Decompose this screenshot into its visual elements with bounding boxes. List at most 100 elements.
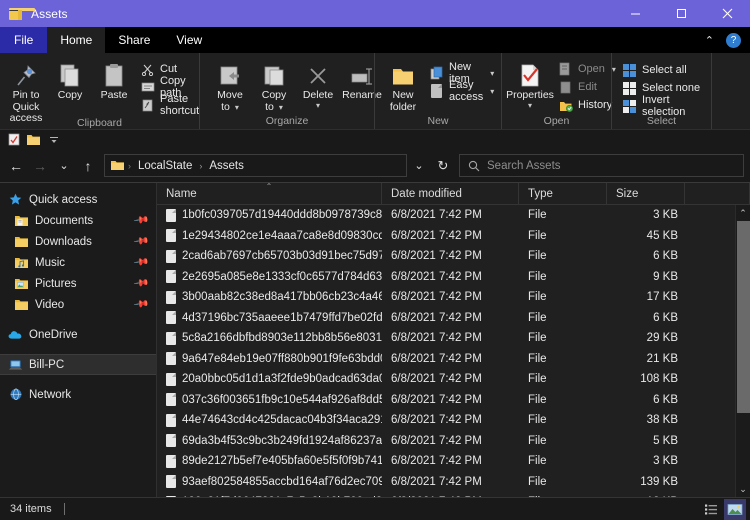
search-box[interactable] — [459, 154, 744, 177]
table-row[interactable]: 20a0bbc05d1d1a3f2fde9b0adcad63da0a... 6/8… — [157, 369, 735, 390]
vertical-scrollbar[interactable]: ⌃ ⌄ — [735, 205, 750, 497]
scroll-up-button[interactable]: ⌃ — [736, 205, 750, 221]
delete-dropdown-icon[interactable]: ▾ — [316, 101, 320, 109]
help-icon[interactable]: ? — [726, 32, 741, 48]
new-folder-button[interactable]: New folder — [381, 58, 425, 113]
cell-name: 44e74643cd4c425dacac04b3f34aca291c5... — [157, 413, 382, 427]
breadcrumb-item-assets[interactable]: Assets — [206, 159, 247, 173]
column-header-name[interactable]: ⌃ Name — [157, 181, 382, 205]
file-name-label: 5c8a2166dbfbd8903e112bb8b56e80318... — [182, 332, 382, 345]
cell-name: 2e2695a085e8e1333cf0c6577d784d631b... — [157, 270, 382, 284]
sidebar-item-quick-access[interactable]: Quick access — [0, 189, 156, 210]
sidebar-item-network[interactable]: Network — [0, 384, 156, 405]
table-row[interactable]: 93aef802584855accbd164af76d2ec70942... 6/… — [157, 472, 735, 493]
select-all-button[interactable]: Select all — [618, 61, 707, 79]
table-row[interactable]: 5c8a2166dbfbd8903e112bb8b56e80318... 6/8/… — [157, 328, 735, 349]
column-header-date-modified[interactable]: Date modified — [382, 182, 519, 205]
column-header-size[interactable]: Size — [607, 182, 685, 205]
scrollbar-thumb[interactable] — [736, 221, 750, 414]
tab-view[interactable]: View — [163, 27, 216, 53]
properties-icon — [519, 60, 541, 88]
sidebar-item-music[interactable]: Music 📌 — [0, 252, 156, 273]
copy-to-button[interactable]: Copy to ▾ — [252, 58, 296, 113]
refresh-button[interactable]: ↻ — [431, 154, 455, 178]
easy-access-dropdown-icon[interactable]: ▾ — [490, 87, 494, 96]
delete-button[interactable]: Delete ▾ — [296, 58, 340, 109]
address-bar: ← → ⌄ ↑ › LocalState › Assets ⌄ ↻ — [0, 149, 750, 182]
sidebar-item-onedrive[interactable]: OneDrive — [0, 324, 156, 345]
copy-button[interactable]: Copy — [48, 58, 92, 102]
column-header-type[interactable]: Type — [519, 182, 607, 205]
table-row[interactable]: 69da3b4f53c9bc3b249fd1924af86237a87... 6/… — [157, 431, 735, 452]
properties-dropdown-icon[interactable]: ▾ — [528, 101, 532, 109]
close-button[interactable] — [704, 0, 750, 27]
qat-customize-dropdown-icon[interactable] — [45, 132, 62, 148]
ribbon: Pin to Quick access Copy Paste Cut Copy … — [0, 53, 750, 130]
copy-icon — [58, 60, 82, 88]
easy-access-button[interactable]: Easy access ▾ — [425, 79, 500, 103]
ribbon-group-new-label: New — [427, 114, 449, 127]
tab-home[interactable]: Home — [47, 27, 106, 53]
copy-to-icon — [262, 60, 287, 88]
sidebar-label-onedrive: OneDrive — [29, 328, 78, 341]
cell-type: File — [528, 373, 547, 386]
easy-access-icon — [429, 84, 444, 99]
sidebar-item-pictures[interactable]: Pictures 📌 — [0, 273, 156, 294]
table-row[interactable]: 44e74643cd4c425dacac04b3f34aca291c5... 6/… — [157, 410, 735, 431]
table-row[interactable]: 89de2127b5ef7e405bfa60e5f5f0f9b7413... 6/… — [157, 451, 735, 472]
file-name-label: 69da3b4f53c9bc3b249fd1924af86237a87... — [182, 434, 382, 447]
sidebar-item-downloads[interactable]: Downloads 📌 — [0, 231, 156, 252]
move-to-button[interactable]: Move to ▾ — [208, 58, 252, 113]
table-row[interactable]: 4d37196bc735aaeee1b7479ffd7be02fd8... 6/8… — [157, 308, 735, 329]
table-row[interactable]: 2cad6ab7697cb65703b03d91bec75d973... 6/8/… — [157, 246, 735, 267]
forward-button[interactable]: → — [28, 154, 52, 178]
tab-share[interactable]: Share — [105, 27, 164, 53]
file-icon — [166, 331, 176, 345]
sort-ascending-icon: ⌃ — [265, 181, 273, 191]
details-view-button[interactable] — [700, 499, 722, 520]
table-row[interactable]: 1b0fc0397057d19440ddd8b0978739c88... 6/8/… — [157, 205, 735, 226]
properties-button[interactable]: Properties ▾ — [506, 58, 554, 109]
sidebar-item-bill-pc[interactable]: Bill-PC — [0, 354, 156, 375]
search-input[interactable] — [487, 159, 735, 172]
network-icon — [8, 388, 23, 402]
paste-shortcut-button[interactable]: Paste shortcut — [136, 93, 205, 117]
sidebar-item-video[interactable]: Video 📌 — [0, 294, 156, 315]
maximize-button[interactable] — [658, 0, 704, 27]
qat-properties-button[interactable] — [5, 132, 22, 148]
table-row[interactable]: 1e29434802ce1e4aaa7ca8e8d09830cdd3... 6/8… — [157, 226, 735, 247]
cell-type: File — [528, 311, 547, 324]
address-dropdown-button[interactable]: ⌄ — [407, 154, 431, 178]
collapse-ribbon-icon[interactable]: ⌃ — [701, 34, 718, 47]
large-icons-view-button[interactable] — [724, 499, 746, 520]
sidebar-label-music: Music — [35, 256, 66, 269]
sidebar-item-documents[interactable]: Documents 📌 — [0, 210, 156, 231]
cell-date-modified: 6/8/2021 7:42 PM — [391, 291, 482, 304]
new-item-dropdown-icon[interactable]: ▾ — [490, 69, 494, 78]
easy-access-label: Easy access — [449, 79, 484, 103]
up-button[interactable]: ↑ — [76, 154, 100, 178]
scroll-down-button[interactable]: ⌄ — [736, 481, 750, 497]
select-none-label: Select none — [642, 82, 701, 94]
back-button[interactable]: ← — [4, 154, 28, 178]
breadcrumb-item-localstate[interactable]: LocalState — [135, 159, 195, 173]
invert-selection-icon — [622, 99, 637, 114]
table-row[interactable]: 3b00aab82c38ed8a417bb06cb23c4a460... 6/8/… — [157, 287, 735, 308]
pin-icon — [15, 60, 37, 88]
tab-file[interactable]: File — [0, 27, 48, 53]
file-list-pane: ⌃ Name Date modified Type Size 1b0fc0397… — [157, 181, 750, 497]
table-row[interactable]: 9a647e84eb19e07ff880b901f9fe63bdd0b... 6/… — [157, 349, 735, 370]
breadcrumb-sep-1[interactable]: › — [199, 161, 202, 171]
invert-selection-button[interactable]: Invert selection — [618, 94, 707, 118]
qat-new-folder-button[interactable] — [25, 132, 42, 148]
paste-button[interactable]: Paste — [92, 58, 136, 102]
pin-to-quick-access-button[interactable]: Pin to Quick access — [4, 58, 48, 125]
minimize-button[interactable] — [612, 0, 658, 27]
recent-locations-button[interactable]: ⌄ — [52, 154, 76, 178]
table-row[interactable]: 2e2695a085e8e1333cf0c6577d784d631b... 6/8… — [157, 267, 735, 288]
scrollbar-track[interactable] — [736, 221, 750, 481]
column-header-filler — [685, 182, 750, 205]
cell-type: File — [528, 475, 547, 488]
table-row[interactable]: 037c36f003651fb9c10e544af926af8dd51f... 6… — [157, 390, 735, 411]
breadcrumb[interactable]: › LocalState › Assets — [104, 154, 407, 177]
